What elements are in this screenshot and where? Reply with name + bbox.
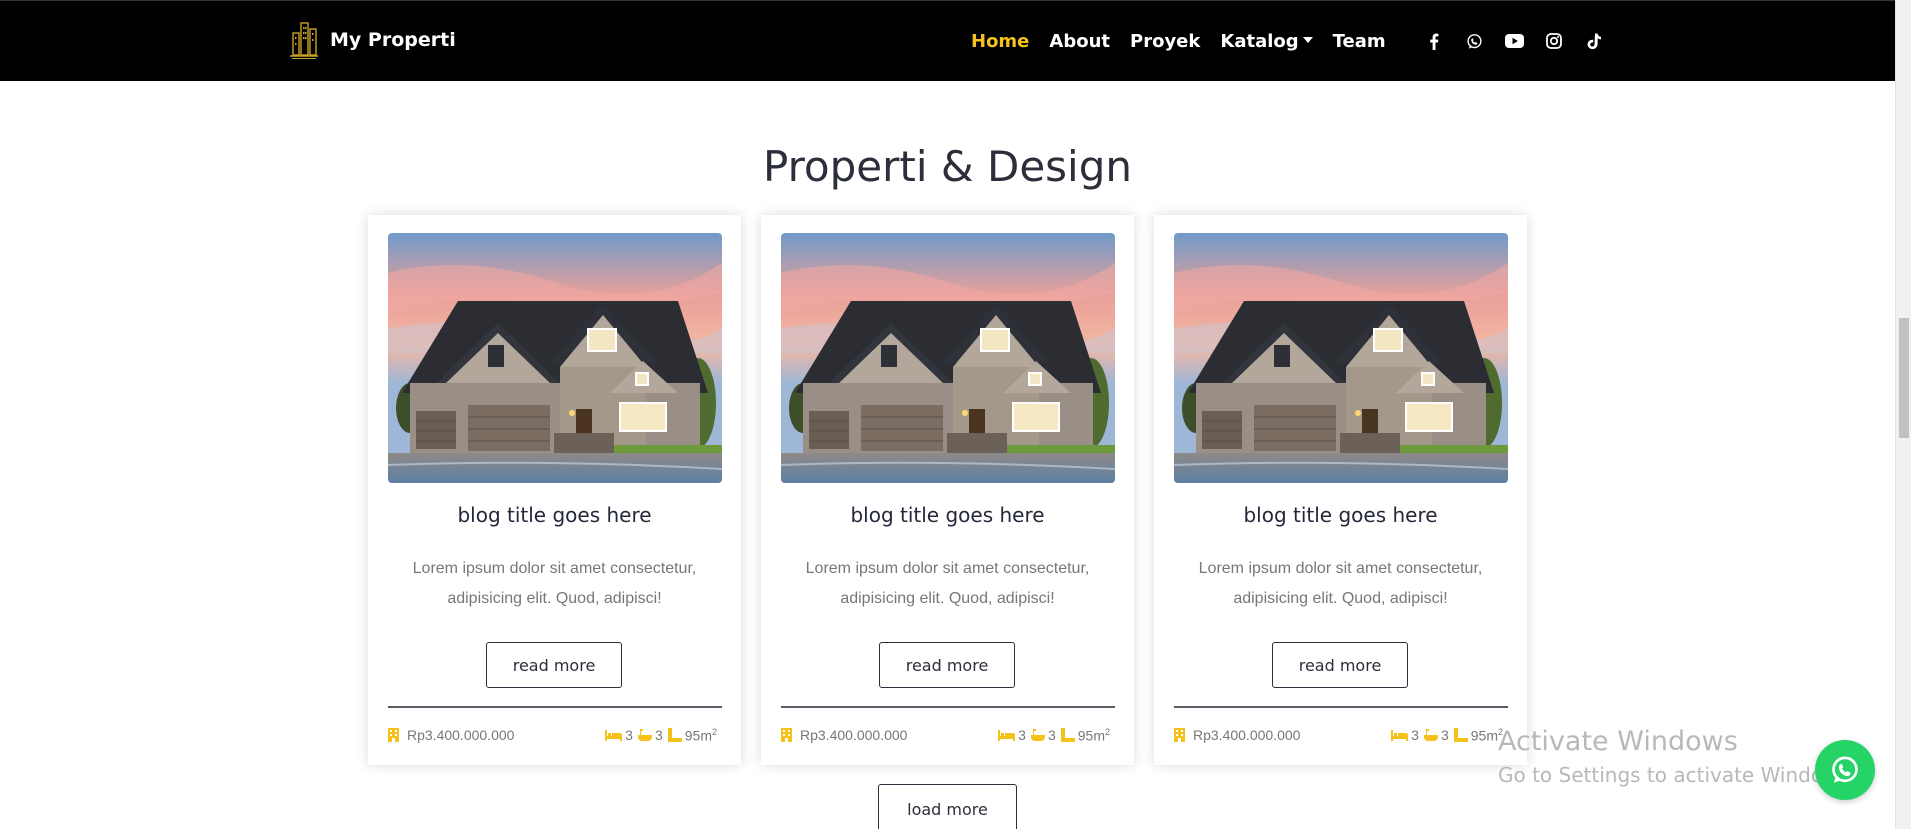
whatsapp-icon[interactable] [1463,31,1485,51]
area-number: 95m [1077,727,1105,744]
building-icon [781,728,792,742]
building-icon [388,728,399,742]
price-value: Rp3.400.000.000 [1193,727,1301,743]
activate-windows-watermark: Activate Windows Go to Settings to activ… [1498,726,1856,787]
bedroom-count: 3 [1018,727,1026,743]
nav-proyek[interactable]: Proyek [1130,31,1200,52]
area-value: 95m2 [1078,727,1110,744]
read-more-button[interactable]: read more [1272,642,1408,688]
bath-icon [637,729,652,741]
area-number: 95m [684,727,712,744]
property-card: blog title goes here Lorem ipsum dolor s… [761,215,1134,765]
property-specs: 3 3 95m2 [998,727,1115,744]
card-footer: Rp3.400.000.000 3 3 95m2 [781,725,1115,745]
ruler-icon [1060,728,1075,742]
nav-katalog-dropdown[interactable]: Katalog [1220,31,1313,52]
bathroom-count: 3 [1047,727,1056,743]
whatsapp-float-button[interactable] [1815,740,1875,800]
price: Rp3.400.000.000 [1174,727,1300,743]
divider [781,706,1115,708]
card-footer: Rp3.400.000.000 3 3 95m2 [1174,725,1508,745]
area-unit-sup: 2 [1104,726,1110,737]
property-specs: 3 3 95m2 [1391,727,1508,744]
price: Rp3.400.000.000 [781,727,907,743]
social-links [1423,31,1623,51]
card-footer: Rp3.400.000.000 3 3 95m2 [388,725,722,745]
building-icon [1174,728,1185,742]
divider [388,706,722,708]
section-title: Properti & Design [763,142,1132,191]
scrollbar-thumb[interactable] [1899,318,1909,438]
card-description: Lorem ipsum dolor sit amet consectetur, … [805,560,1090,607]
watermark-subtitle: Go to Settings to activate Windows. [1498,763,1857,787]
ruler-icon [1453,728,1468,742]
price-value: Rp3.400.000.000 [800,727,908,743]
nav-katalog-label: Katalog [1220,31,1299,52]
load-more-button[interactable]: load more [878,784,1017,829]
youtube-icon[interactable] [1503,31,1525,51]
card-description: Lorem ipsum dolor sit amet consectetur, … [1198,560,1483,607]
area-value: 95m2 [685,727,717,744]
property-card: blog title goes here Lorem ipsum dolor s… [368,215,741,765]
bathroom-count: 3 [654,727,663,743]
divider [1174,706,1508,708]
building-logo-icon [290,22,318,59]
area-number: 95m [1470,727,1498,744]
bathroom-count: 3 [1440,727,1449,743]
watermark-title: Activate Windows [1498,726,1738,757]
nav-team[interactable]: Team [1333,31,1386,52]
property-image [1174,233,1508,483]
ruler-icon [667,728,682,742]
card-title: blog title goes here [457,503,652,527]
read-more-button[interactable]: read more [879,642,1015,688]
price-value: Rp3.400.000.000 [407,727,515,743]
tiktok-icon[interactable] [1583,31,1605,51]
brand-name: My Properti [330,29,456,51]
property-card: blog title goes here Lorem ipsum dolor s… [1154,215,1527,765]
bath-icon [1030,729,1045,741]
read-more-button[interactable]: read more [486,642,622,688]
property-image [781,233,1115,483]
instagram-icon[interactable] [1543,31,1565,51]
nav-home[interactable]: Home [971,31,1029,52]
nav-about[interactable]: About [1049,31,1110,52]
area-unit-sup: 2 [711,726,717,737]
main-nav: Home About Proyek Katalog Team [971,31,1406,52]
property-image [388,233,722,483]
page-scrollbar[interactable] [1895,0,1911,829]
facebook-icon[interactable] [1423,31,1445,51]
brand[interactable]: My Properti [288,19,456,61]
bed-icon [998,729,1016,741]
price: Rp3.400.000.000 [388,727,514,743]
navbar: My Properti Home About Proyek Katalog Te… [0,0,1895,81]
bedroom-count: 3 [1411,727,1419,743]
bed-icon [605,729,623,741]
card-title: blog title goes here [850,503,1045,527]
bath-icon [1423,729,1438,741]
bedroom-count: 3 [625,727,633,743]
caret-down-icon [1302,37,1313,43]
card-title: blog title goes here [1243,503,1438,527]
whatsapp-icon [1832,756,1858,783]
property-specs: 3 3 95m2 [605,727,722,744]
card-description: Lorem ipsum dolor sit amet consectetur, … [412,560,697,607]
bed-icon [1391,729,1409,741]
